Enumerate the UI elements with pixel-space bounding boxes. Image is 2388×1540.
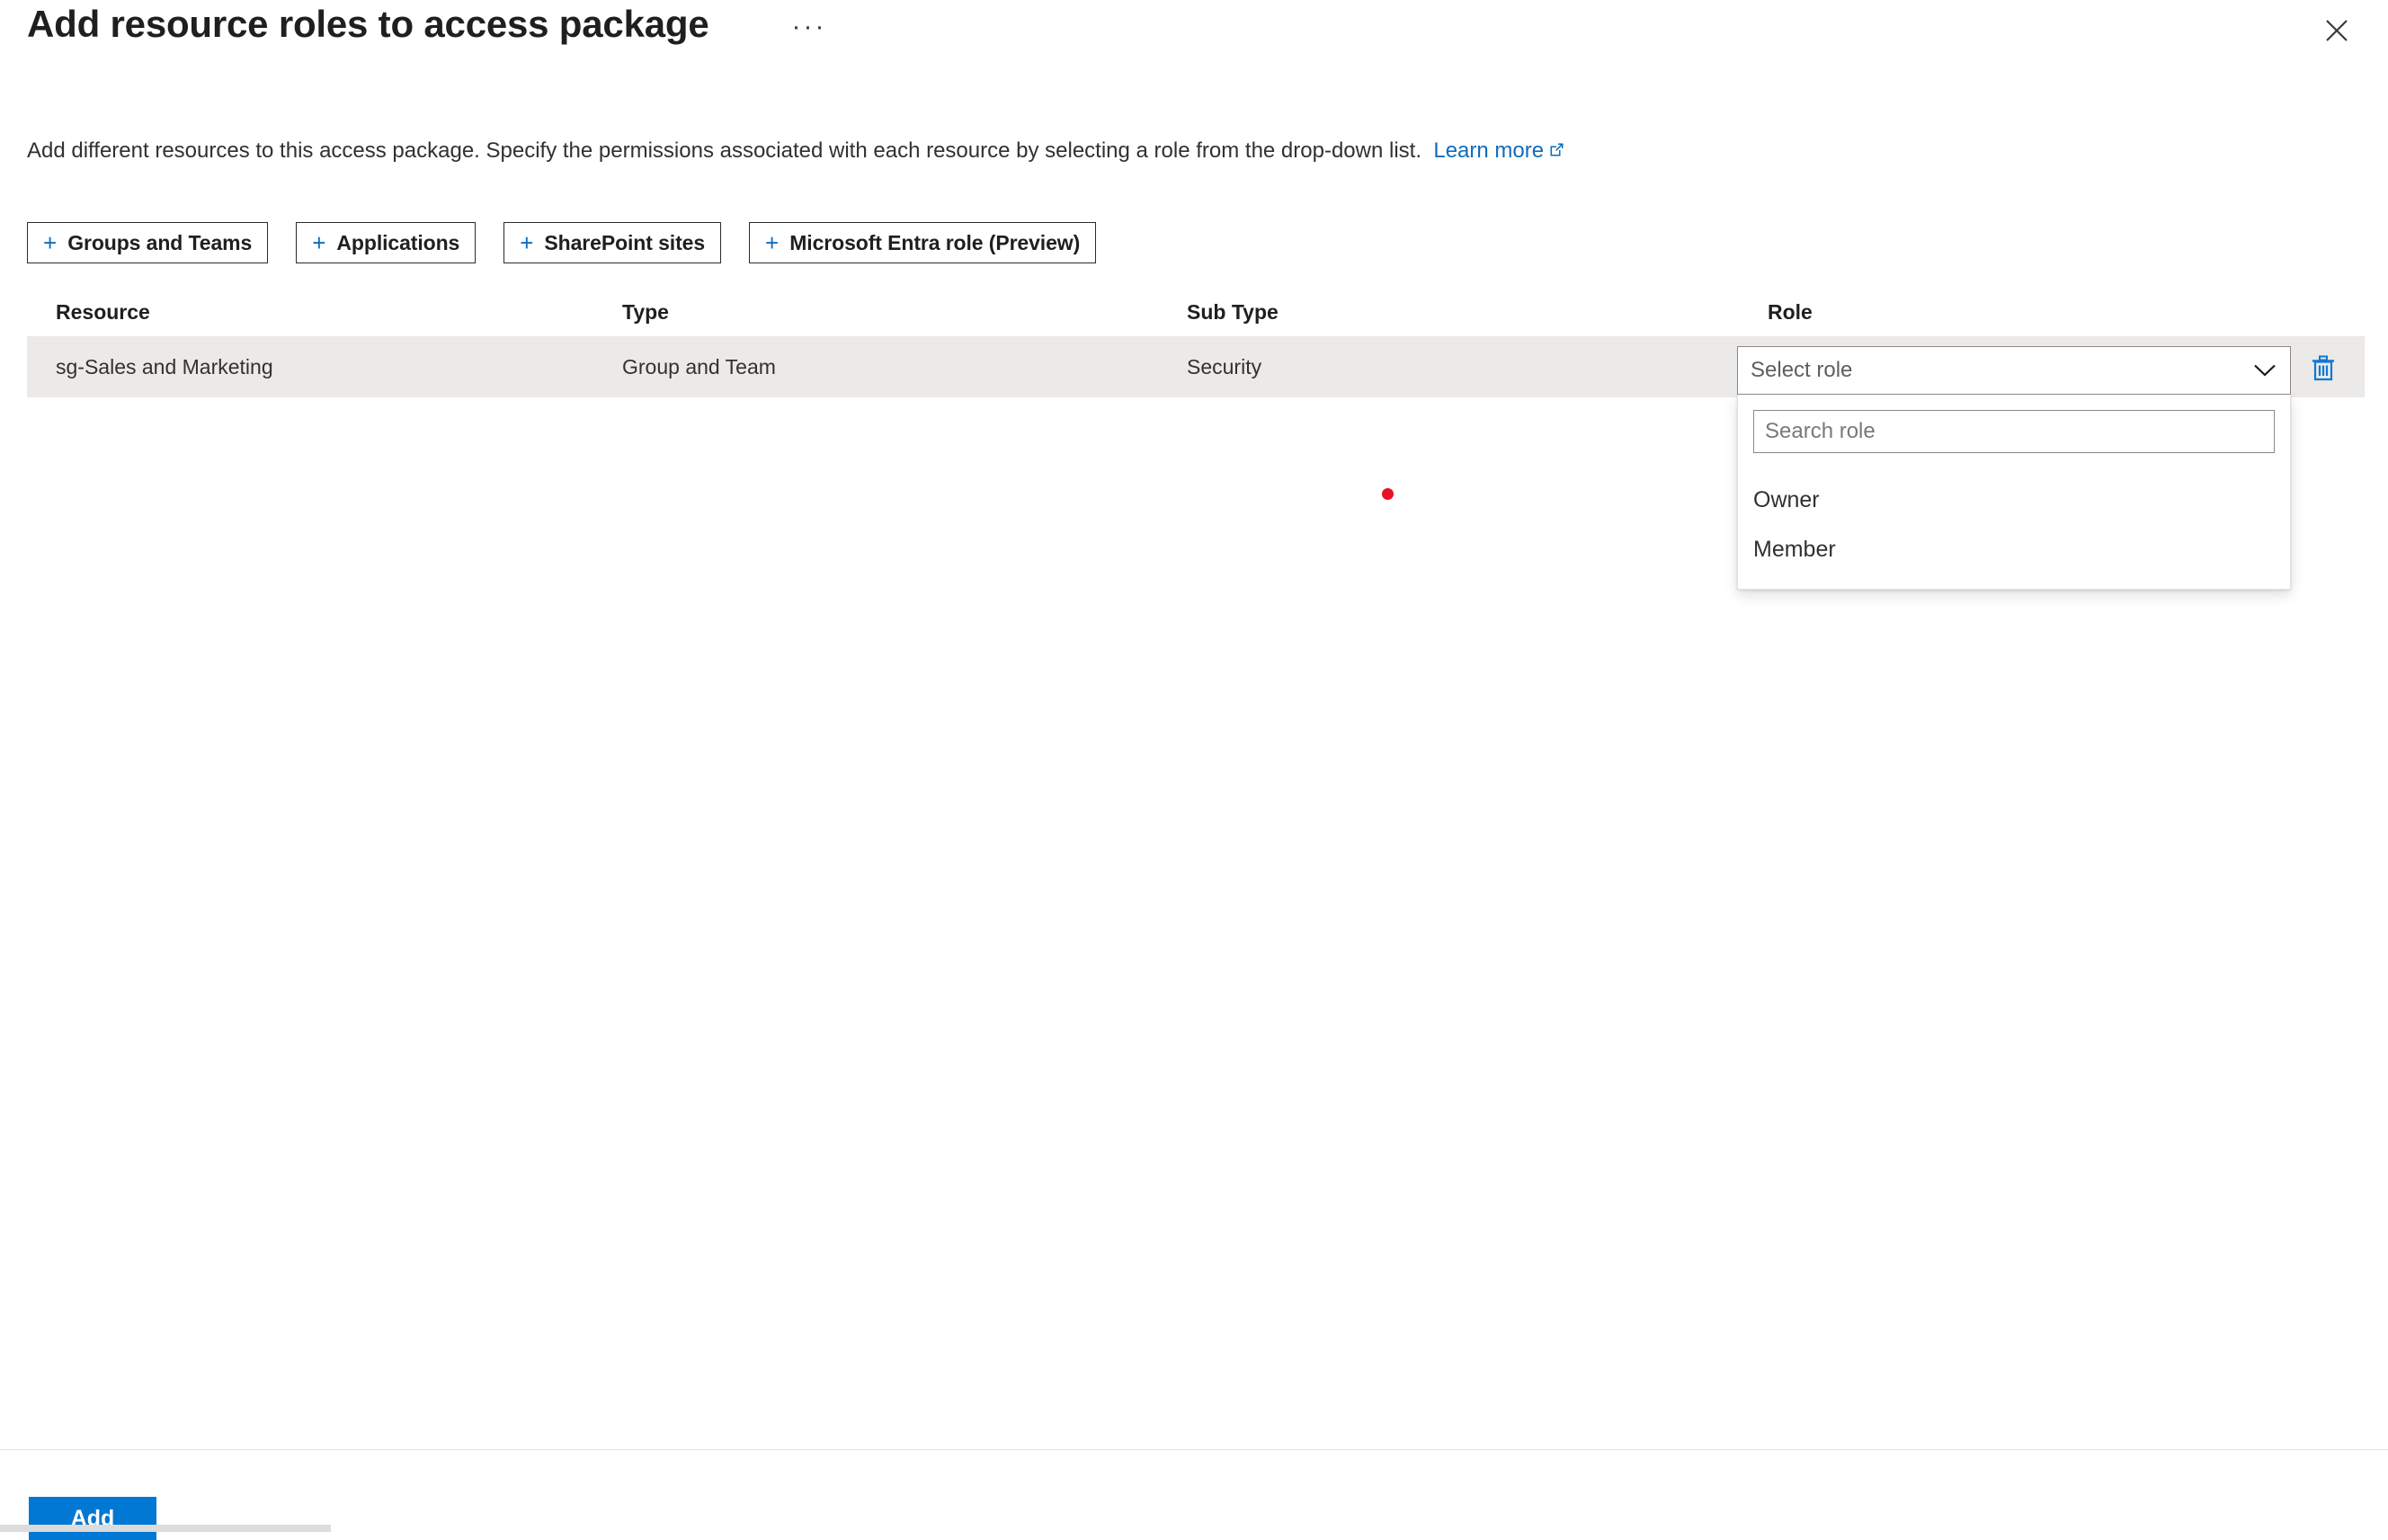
- chevron-down-icon[interactable]: [2240, 347, 2290, 394]
- role-option-member[interactable]: Member: [1738, 525, 2290, 574]
- cursor-marker: [1382, 488, 1394, 500]
- description-text: Add different resources to this access p…: [27, 138, 1421, 163]
- plus-icon: +: [765, 229, 780, 256]
- add-microsoft-entra-role-label: Microsoft Entra role (Preview): [789, 230, 1081, 254]
- plus-icon: +: [312, 229, 326, 256]
- role-search-input[interactable]: [1753, 410, 2275, 453]
- role-option-list: Owner Member: [1738, 476, 2290, 574]
- cell-resource: sg-Sales and Marketing: [56, 354, 273, 378]
- column-header-role[interactable]: Role: [1768, 288, 1813, 336]
- description: Add different resources to this access p…: [27, 137, 1565, 166]
- close-icon: [2325, 19, 2348, 42]
- external-link-icon: [1548, 138, 1565, 166]
- panel-footer: Add: [0, 1449, 2388, 1540]
- learn-more-link[interactable]: Learn more: [1433, 138, 1565, 163]
- learn-more-label: Learn more: [1433, 138, 1545, 163]
- add-microsoft-entra-role-button[interactable]: + Microsoft Entra role (Preview): [749, 222, 1097, 263]
- column-header-resource[interactable]: Resource: [56, 288, 150, 336]
- add-sharepoint-sites-label: SharePoint sites: [544, 230, 706, 254]
- column-header-sub-type[interactable]: Sub Type: [1187, 288, 1279, 336]
- ellipsis-icon: ···: [791, 12, 827, 41]
- header-more-button[interactable]: ···: [789, 12, 829, 52]
- trash-icon: [2308, 353, 2339, 388]
- cell-type: Group and Team: [622, 354, 776, 378]
- add-sharepoint-sites-button[interactable]: + SharePoint sites: [503, 222, 722, 263]
- page-title: Add resource roles to access package: [27, 3, 709, 45]
- role-option-owner[interactable]: Owner: [1738, 476, 2290, 525]
- role-dropdown-panel: Owner Member: [1737, 395, 2291, 590]
- add-groups-and-teams-label: Groups and Teams: [67, 230, 253, 254]
- add-applications-label: Applications: [336, 230, 460, 254]
- add-groups-and-teams-button[interactable]: + Groups and Teams: [27, 222, 269, 263]
- horizontal-scrollbar[interactable]: [0, 1525, 331, 1532]
- column-header-type[interactable]: Type: [622, 288, 669, 336]
- add-button[interactable]: Add: [29, 1497, 156, 1540]
- panel-header: Add resource roles to access package ···: [0, 0, 2388, 97]
- table-header-row: Resource Type Sub Type Role: [0, 288, 2388, 336]
- close-button[interactable]: [2315, 9, 2358, 52]
- role-select-combobox[interactable]: Select role: [1737, 346, 2291, 395]
- command-bar: + Groups and Teams + Applications + Shar…: [27, 222, 1097, 263]
- add-applications-button[interactable]: + Applications: [296, 222, 477, 263]
- cell-sub-type: Security: [1187, 354, 1262, 378]
- plus-icon: +: [520, 229, 534, 256]
- delete-resource-button[interactable]: [2303, 351, 2343, 390]
- role-select-value: Select role: [1751, 358, 1853, 382]
- plus-icon: +: [43, 229, 58, 256]
